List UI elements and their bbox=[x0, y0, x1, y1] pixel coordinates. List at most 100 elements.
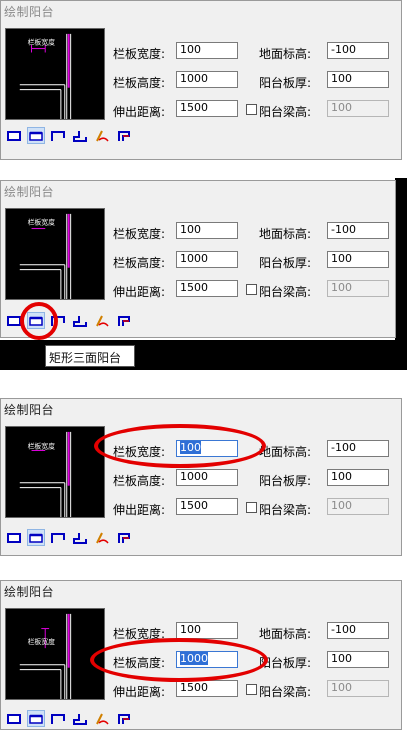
beam-height-checkbox[interactable] bbox=[246, 684, 257, 695]
preview-image: 栏板宽度 bbox=[5, 208, 105, 300]
slab-thickness-input[interactable]: 100 bbox=[327, 651, 389, 668]
custom-balcony-button[interactable] bbox=[115, 312, 133, 329]
preview-image: 栏板宽度 bbox=[5, 28, 105, 120]
extend-distance-label: 伸出距离: bbox=[113, 685, 166, 699]
preview-label: 栏板宽度 bbox=[28, 38, 55, 47]
freehand-balcony-button[interactable] bbox=[93, 529, 111, 546]
corner-balcony-button[interactable] bbox=[71, 710, 89, 727]
custom-balcony-button[interactable] bbox=[115, 710, 133, 727]
rect-balcony-button[interactable] bbox=[5, 710, 23, 727]
rect-balcony-icon bbox=[7, 130, 21, 141]
beam-height-label: 阳台梁高: bbox=[259, 285, 312, 299]
balcony-dialog-2: 绘制阳台 栏板宽度 栏板宽度: 100 地面标高: -100 栏板高度: 100… bbox=[0, 180, 396, 338]
rect-three-sided-balcony-button[interactable] bbox=[27, 529, 45, 546]
balcony-dialog-1: 绘制阳台 栏板宽度 栏板宽度: 100 地面标高: -100 栏板高度: 100… bbox=[0, 0, 402, 160]
corner-balcony-icon bbox=[73, 130, 87, 142]
beam-height-checkbox[interactable] bbox=[246, 502, 257, 513]
board-height-input[interactable]: 1000 bbox=[176, 469, 238, 486]
corner-balcony-button[interactable] bbox=[71, 529, 89, 546]
custom-balcony-icon bbox=[118, 315, 130, 326]
ground-elevation-label: 地面标高: bbox=[259, 627, 312, 641]
dialog-title: 绘制阳台 bbox=[4, 185, 55, 199]
beam-height-input[interactable]: 100 bbox=[327, 280, 389, 297]
beam-height-label: 阳台梁高: bbox=[259, 105, 312, 119]
custom-balcony-icon bbox=[118, 532, 130, 543]
corner-balcony-button[interactable] bbox=[71, 312, 89, 329]
balcony-dialog-3: 绘制阳台 栏板宽度 栏板宽度: 100 地面标高: -100 栏板高度: 100… bbox=[0, 398, 402, 556]
rect-three-sided-balcony-icon bbox=[29, 131, 43, 141]
ground-elevation-input[interactable]: -100 bbox=[327, 622, 389, 639]
ground-elevation-label: 地面标高: bbox=[259, 445, 312, 459]
freehand-balcony-button[interactable] bbox=[93, 710, 111, 727]
three-sided-balcony-button[interactable] bbox=[49, 127, 67, 144]
extend-distance-input[interactable]: 1500 bbox=[176, 100, 238, 117]
board-height-label: 栏板高度: bbox=[113, 256, 166, 270]
slab-thickness-input[interactable]: 100 bbox=[327, 71, 389, 88]
rect-balcony-icon bbox=[7, 532, 21, 543]
three-sided-balcony-button[interactable] bbox=[49, 529, 67, 546]
board-width-input[interactable]: 100 bbox=[176, 622, 238, 639]
extend-distance-label: 伸出距离: bbox=[113, 285, 166, 299]
ground-elevation-label: 地面标高: bbox=[259, 47, 312, 61]
three-sided-balcony-icon bbox=[51, 130, 65, 141]
three-sided-balcony-button[interactable] bbox=[49, 710, 67, 727]
dialog-title: 绘制阳台 bbox=[4, 5, 55, 19]
board-width-input[interactable]: 100 bbox=[176, 222, 238, 239]
rect-balcony-icon bbox=[7, 315, 21, 326]
board-width-input[interactable]: 100 bbox=[176, 42, 238, 59]
preview-label: 栏板宽度 bbox=[28, 442, 55, 451]
corner-balcony-icon bbox=[73, 315, 87, 327]
preview-image: 栏板宽度 bbox=[5, 426, 105, 518]
ground-elevation-input[interactable]: -100 bbox=[327, 440, 389, 457]
freehand-balcony-button[interactable] bbox=[93, 127, 111, 144]
slab-thickness-input[interactable]: 100 bbox=[327, 469, 389, 486]
beam-height-input[interactable]: 100 bbox=[327, 680, 389, 697]
extend-distance-label: 伸出距离: bbox=[113, 105, 166, 119]
board-height-label: 栏板高度: bbox=[113, 76, 166, 90]
annotation-ellipse bbox=[94, 424, 266, 468]
ground-elevation-input[interactable]: -100 bbox=[327, 222, 389, 239]
annotation-circle bbox=[20, 302, 58, 340]
board-height-input[interactable]: 1000 bbox=[176, 251, 238, 268]
preview-label: 栏板宽度 bbox=[28, 218, 55, 227]
slab-thickness-label: 阳台板厚: bbox=[259, 474, 312, 488]
corner-balcony-icon bbox=[73, 532, 87, 544]
beam-height-input[interactable]: 100 bbox=[327, 498, 389, 515]
extend-distance-input[interactable]: 1500 bbox=[176, 680, 238, 697]
board-height-label: 栏板高度: bbox=[113, 474, 166, 488]
corner-balcony-button[interactable] bbox=[71, 127, 89, 144]
rect-three-sided-balcony-icon bbox=[29, 533, 43, 543]
custom-balcony-button[interactable] bbox=[115, 529, 133, 546]
rect-balcony-button[interactable] bbox=[5, 127, 23, 144]
beam-height-label: 阳台梁高: bbox=[259, 685, 312, 699]
rect-three-sided-balcony-button[interactable] bbox=[27, 127, 45, 144]
extend-distance-input[interactable]: 1500 bbox=[176, 498, 238, 515]
board-height-input[interactable]: 1000 bbox=[176, 71, 238, 88]
slab-thickness-input[interactable]: 100 bbox=[327, 251, 389, 268]
board-width-label: 栏板宽度: bbox=[113, 47, 166, 61]
three-sided-balcony-icon bbox=[51, 532, 65, 543]
toolbar-tooltip: 矩形三面阳台 bbox=[45, 345, 135, 367]
rect-balcony-button[interactable] bbox=[5, 529, 23, 546]
extend-distance-input[interactable]: 1500 bbox=[176, 280, 238, 297]
beam-height-checkbox[interactable] bbox=[246, 284, 257, 295]
dialog-title: 绘制阳台 bbox=[4, 403, 55, 417]
preview-image: 栏板宽度 bbox=[5, 608, 105, 700]
custom-balcony-button[interactable] bbox=[115, 127, 133, 144]
ground-elevation-input[interactable]: -100 bbox=[327, 42, 389, 59]
freehand-balcony-icon bbox=[96, 130, 109, 141]
slab-thickness-label: 阳台板厚: bbox=[259, 76, 312, 90]
corner-balcony-icon bbox=[73, 713, 87, 725]
beam-height-input[interactable]: 100 bbox=[327, 100, 389, 117]
custom-balcony-icon bbox=[118, 713, 130, 724]
preview-label: 栏板宽度 bbox=[28, 637, 55, 646]
annotation-ellipse bbox=[90, 638, 268, 682]
extend-distance-label: 伸出距离: bbox=[113, 503, 166, 517]
rect-balcony-icon bbox=[7, 713, 21, 724]
beam-height-label: 阳台梁高: bbox=[259, 503, 312, 517]
freehand-balcony-icon bbox=[96, 315, 109, 326]
freehand-balcony-button[interactable] bbox=[93, 312, 111, 329]
ground-elevation-label: 地面标高: bbox=[259, 227, 312, 241]
beam-height-checkbox[interactable] bbox=[246, 104, 257, 115]
rect-three-sided-balcony-button[interactable] bbox=[27, 710, 45, 727]
